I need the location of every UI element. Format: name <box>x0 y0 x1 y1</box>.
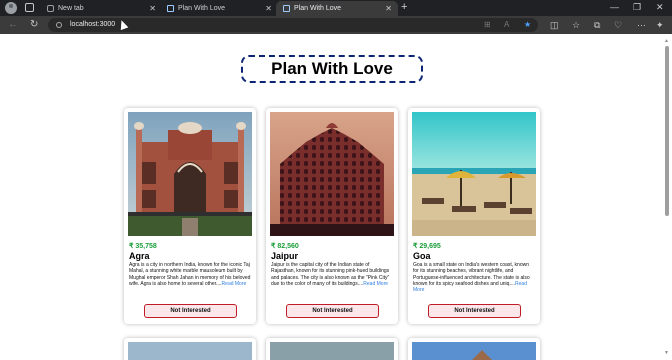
browser-essentials-icon[interactable]: ♡ <box>614 18 622 32</box>
not-interested-button[interactable]: Not Interested <box>286 304 379 318</box>
tab-plan-with-love-2[interactable]: Plan With Love ✕ <box>276 1 398 16</box>
tour-card-goa: ₹ 29,695 Goa Goa is a small state on Ind… <box>408 108 540 324</box>
card-price: ₹ 82,560 <box>271 243 299 250</box>
not-interested-button[interactable]: Not Interested <box>428 304 521 318</box>
scroll-thumb[interactable] <box>665 46 669 216</box>
browser-tab-bar: New tab ✕ Plan With Love ✕ Plan With Lov… <box>0 0 672 16</box>
destination-image <box>128 342 252 360</box>
tab-actions-icon[interactable] <box>25 3 34 12</box>
page-icon <box>167 5 174 12</box>
card-description: Jaipur is the capital city of the Indian… <box>271 262 393 287</box>
window-close-icon[interactable]: ✕ <box>656 0 664 15</box>
tab-label: Plan With Love <box>178 5 226 12</box>
read-aloud-icon[interactable]: A <box>504 18 509 32</box>
card-description: Agra is a city in northern India, known … <box>129 262 251 287</box>
browser-toolbar: ← ↻ localhost:3000 ⊞ A ★ ◫ ☆ ⧉ ♡ ⋯ ✦ <box>0 16 672 34</box>
tab-label: Plan With Love <box>294 5 342 12</box>
tab-new-tab[interactable]: New tab ✕ <box>40 1 162 16</box>
minimize-icon[interactable]: — <box>610 0 619 15</box>
tour-card-agra: ₹ 35,758 Agra Agra is a city in northern… <box>124 108 256 324</box>
profile-avatar-icon[interactable] <box>5 2 17 14</box>
tour-card-jaipur: ₹ 82,560 Jaipur Jaipur is the capital ci… <box>266 108 398 324</box>
goa-image <box>412 112 536 236</box>
back-icon[interactable]: ← <box>8 18 18 32</box>
card-description: Goa is a small state on India's western … <box>413 262 535 293</box>
page-icon <box>283 5 290 12</box>
more-menu-icon[interactable]: ⋯ <box>637 18 646 32</box>
url-text[interactable]: localhost:3000 <box>70 18 115 32</box>
card-title: Agra <box>129 251 150 261</box>
description-text: Goa is a small state on India's western … <box>413 262 530 287</box>
card-title: Jaipur <box>271 251 299 261</box>
jaipur-image <box>270 112 394 236</box>
close-icon[interactable]: ✕ <box>265 1 272 16</box>
tour-card-row2-3 <box>408 338 540 360</box>
page-viewport: Plan With Love ₹ 35,758 Agra Agra is a c… <box>0 34 672 360</box>
close-icon[interactable]: ✕ <box>385 1 392 16</box>
favorite-star-icon[interactable]: ★ <box>524 18 531 32</box>
apps-icon[interactable]: ⊞ <box>484 18 491 32</box>
card-price: ₹ 29,695 <box>413 243 441 250</box>
read-more-link[interactable]: Read More <box>222 281 247 287</box>
read-more-link[interactable]: Read More <box>363 281 388 287</box>
card-price: ₹ 35,758 <box>129 243 157 250</box>
refresh-icon[interactable]: ↻ <box>30 18 38 32</box>
tab-label: New tab <box>58 5 84 12</box>
destination-image <box>412 342 536 360</box>
favorites-icon[interactable]: ☆ <box>572 18 580 32</box>
new-tab-icon <box>47 5 54 12</box>
maximize-icon[interactable]: ❐ <box>633 0 641 15</box>
page-scrollbar[interactable]: ▲ ▼ <box>664 38 670 356</box>
collections-icon[interactable]: ⧉ <box>594 18 600 32</box>
tour-card-row2-2 <box>266 338 398 360</box>
new-tab-button[interactable]: + <box>401 0 407 15</box>
tour-card-row2-1 <box>124 338 256 360</box>
page-title: Plan With Love <box>241 55 423 83</box>
agra-image <box>128 112 252 236</box>
copilot-icon[interactable]: ✦ <box>656 18 664 32</box>
scroll-down-icon[interactable]: ▼ <box>664 350 669 356</box>
close-icon[interactable]: ✕ <box>149 1 156 16</box>
tab-plan-with-love-1[interactable]: Plan With Love ✕ <box>160 1 278 16</box>
card-title: Goa <box>413 251 431 261</box>
site-info-icon[interactable] <box>56 22 62 28</box>
scroll-up-icon[interactable]: ▲ <box>664 38 669 44</box>
split-screen-icon[interactable]: ◫ <box>550 18 559 32</box>
destination-image <box>270 342 394 360</box>
not-interested-button[interactable]: Not Interested <box>144 304 237 318</box>
